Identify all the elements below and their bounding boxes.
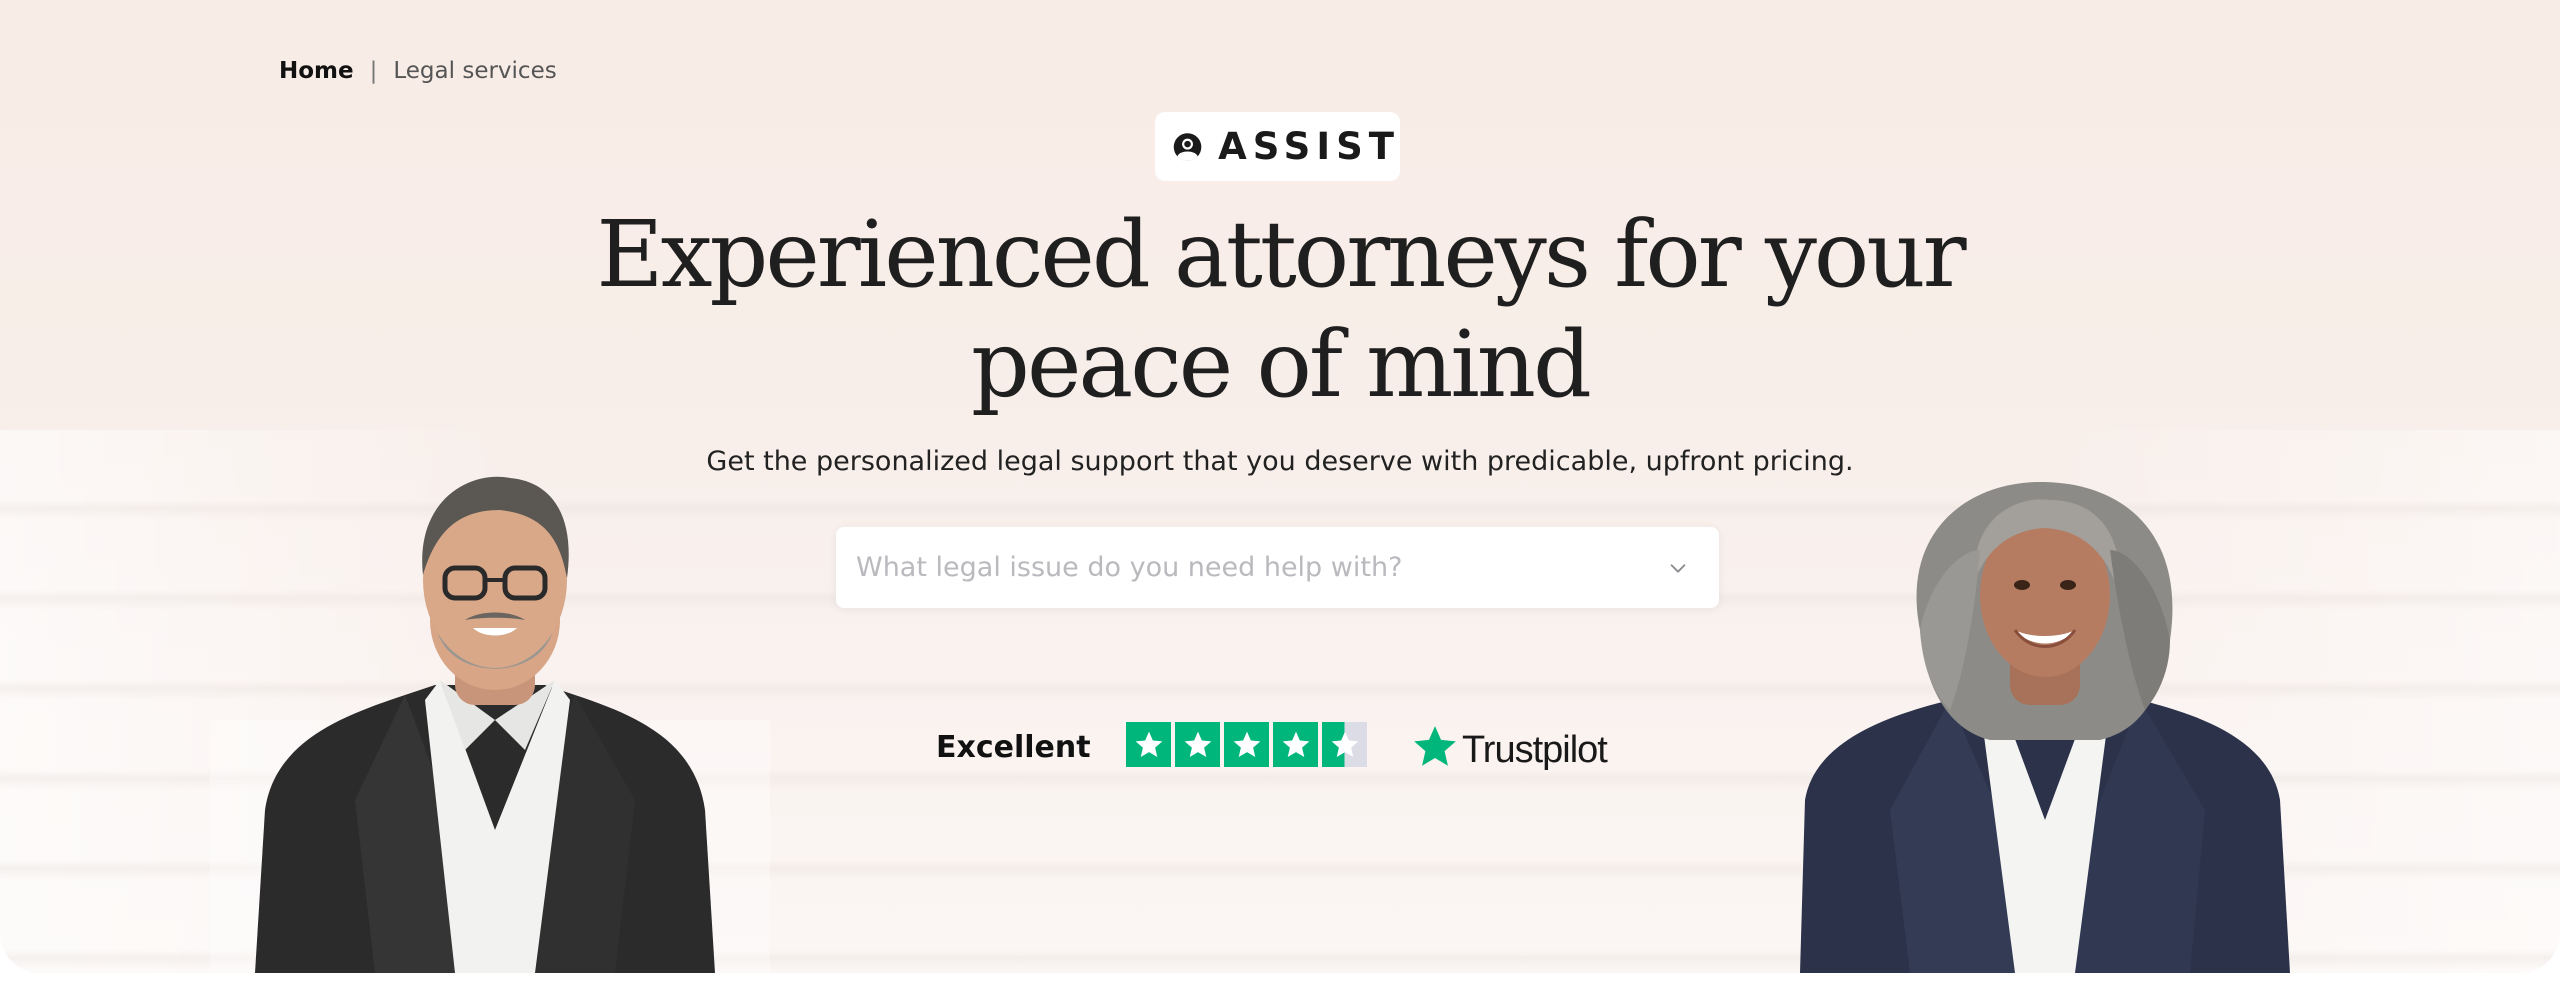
attorney-photo-right bbox=[1800, 481, 2290, 973]
trustpilot-stars[interactable] bbox=[1126, 722, 1367, 767]
star-icon bbox=[1273, 722, 1318, 767]
hero-section: Home | Legal services ASSIST Experienced… bbox=[0, 0, 2560, 973]
trustpilot-star-icon bbox=[1414, 726, 1456, 766]
breadcrumb: Home | Legal services bbox=[279, 58, 557, 84]
assist-logo[interactable]: ASSIST bbox=[1155, 112, 1400, 181]
rating-label: Excellent bbox=[936, 730, 1091, 765]
attorney-photo-left bbox=[255, 476, 715, 973]
breadcrumb-separator: | bbox=[369, 58, 378, 84]
person-circle-icon bbox=[1173, 132, 1202, 161]
logo-text: ASSIST bbox=[1218, 125, 1400, 168]
page-title: Experienced attorneys for your peace of … bbox=[580, 200, 1980, 420]
legal-issue-select[interactable]: What legal issue do you need help with? bbox=[836, 527, 1719, 608]
trustpilot-logo[interactable]: Trustpilot bbox=[1410, 722, 1608, 772]
half-star-icon bbox=[1322, 722, 1367, 767]
star-icon bbox=[1224, 722, 1269, 767]
headline-line-2: peace of mind bbox=[971, 311, 1592, 418]
breadcrumb-home-link[interactable]: Home bbox=[279, 58, 354, 84]
chevron-down-icon bbox=[1670, 563, 1686, 573]
star-icon bbox=[1126, 722, 1171, 767]
star-icon bbox=[1175, 722, 1220, 767]
trustpilot-wordmark: Trustpilot bbox=[1462, 729, 1608, 771]
legal-issue-placeholder: What legal issue do you need help with? bbox=[856, 552, 1403, 583]
breadcrumb-current: Legal services bbox=[393, 58, 557, 84]
headline-line-1: Experienced attorneys for your bbox=[596, 201, 1966, 308]
hero-subtitle: Get the personalized legal support that … bbox=[706, 446, 1854, 477]
